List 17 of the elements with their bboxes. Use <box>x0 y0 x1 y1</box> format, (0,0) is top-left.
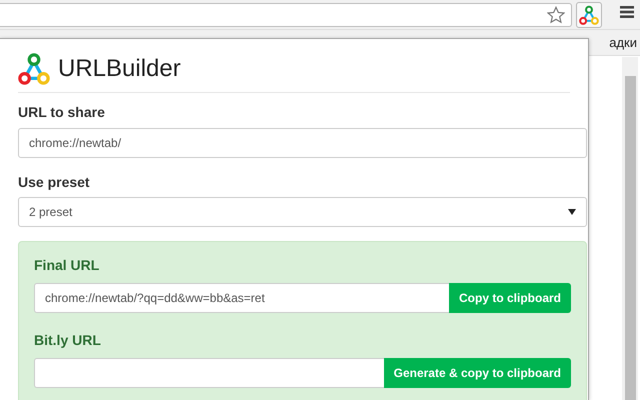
extension-button[interactable] <box>576 2 602 28</box>
address-bar[interactable] <box>0 3 572 27</box>
field-label: URL to share <box>18 103 106 122</box>
final-url-input[interactable]: chrome://newtab/?qq=dd&ww=bb&as=ret <box>34 283 449 313</box>
preset-select[interactable]: 2 preset <box>18 197 587 227</box>
scrollbar[interactable] <box>622 57 638 400</box>
logo-icon <box>18 53 50 85</box>
popup-title: URLBuilder <box>58 54 181 84</box>
url-input[interactable]: chrome://newtab/ <box>18 128 587 158</box>
caret-icon <box>568 209 576 215</box>
field-label: Bit.ly URL <box>34 331 102 350</box>
bookmarks-text[interactable]: адки <box>609 32 637 52</box>
scrollbar-thumb[interactable] <box>625 76 636 400</box>
bitly-url-input[interactable] <box>34 358 384 388</box>
star-icon[interactable] <box>547 6 565 24</box>
field-label: Final URL <box>34 256 100 275</box>
field-label: Use preset <box>18 173 91 192</box>
